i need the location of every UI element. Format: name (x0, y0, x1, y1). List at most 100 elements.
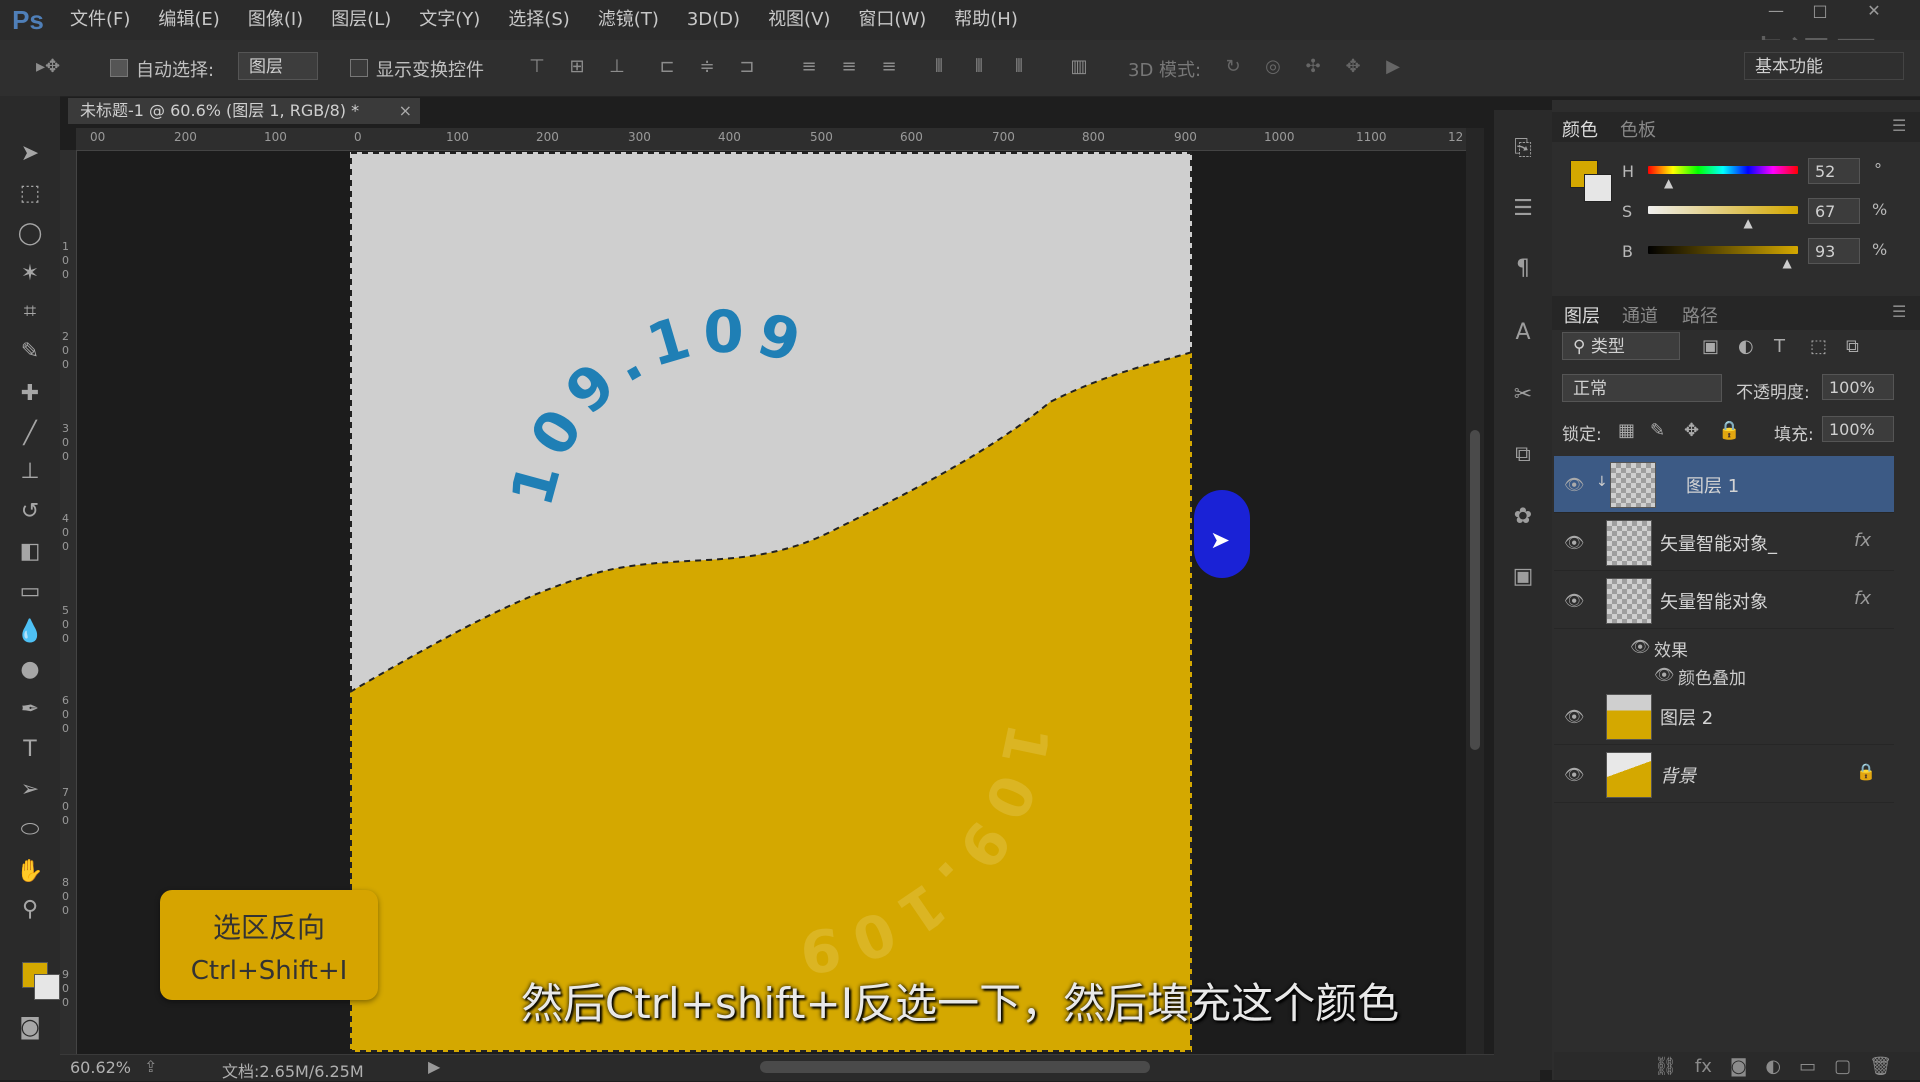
visibility-eye-icon[interactable]: 👁 (1564, 535, 1584, 551)
type-filter-icon[interactable]: T (1774, 336, 1785, 357)
type-tool-icon[interactable]: T (14, 734, 46, 766)
menu-file[interactable]: 文件(F) (56, 0, 144, 40)
distribute-bottom-icon[interactable]: ≡ (878, 56, 900, 78)
tab-layers[interactable]: 图层 (1564, 302, 1600, 328)
layer-name[interactable]: 矢量智能对象 (1660, 588, 1768, 614)
blur-tool-icon[interactable]: 💧 (14, 616, 46, 648)
maximize-button[interactable]: □ (1804, 2, 1836, 20)
panel-menu-icon[interactable]: ☰ (1892, 116, 1906, 135)
background-swatch[interactable] (1584, 174, 1612, 202)
lasso-tool-icon[interactable]: ◯ (14, 218, 46, 250)
auto-align-icon[interactable]: ▥ (1068, 56, 1090, 78)
effects-eye-icon[interactable]: 👁 (1630, 639, 1650, 655)
horizontal-scroll-thumb[interactable] (760, 1061, 1150, 1073)
workspace-switcher[interactable]: 基本功能 (1744, 52, 1904, 80)
clone-source-icon[interactable]: ⧉ (1508, 440, 1538, 470)
history-panel-icon[interactable]: ⎘ (1508, 134, 1538, 164)
menu-layer[interactable]: 图层(L) (317, 0, 405, 40)
layer-name[interactable]: 矢量智能对象_ (1660, 530, 1777, 556)
visibility-eye-icon[interactable]: 👁 (1564, 593, 1584, 609)
visibility-eye-icon[interactable]: 👁 (1564, 709, 1584, 725)
layer-name[interactable]: 图层 1 (1686, 472, 1739, 498)
distribute-left-icon[interactable]: ⦀ (928, 56, 950, 78)
blend-mode-dropdown[interactable]: 正常 (1562, 374, 1722, 402)
healing-brush-icon[interactable]: ✚ (14, 378, 46, 410)
color-overlay-effect[interactable]: 颜色叠加 (1678, 664, 1746, 689)
new-layer-icon[interactable]: ▢ (1834, 1056, 1851, 1077)
fx-icon[interactable]: fx (1854, 530, 1871, 551)
shape-filter-icon[interactable]: ⬚ (1810, 336, 1827, 357)
fx-icon[interactable]: fx (1854, 588, 1871, 609)
properties-panel-icon[interactable]: ☰ (1508, 194, 1538, 224)
distribute-right-icon[interactable]: ⦀ (1008, 56, 1030, 78)
align-top-icon[interactable]: ⊤ (526, 56, 548, 78)
status-menu-arrow-icon[interactable]: ▶ (428, 1057, 440, 1076)
share-icon[interactable]: ⇪ (144, 1057, 157, 1076)
align-vcenter-icon[interactable]: ⊞ (566, 56, 588, 78)
layer-name[interactable]: 背景 (1660, 762, 1696, 788)
close-tab-icon[interactable]: × (399, 98, 412, 124)
tab-color[interactable]: 颜色 (1562, 116, 1598, 142)
lock-all-icon[interactable]: 🔒 (1718, 420, 1740, 441)
distribute-top-icon[interactable]: ≡ (798, 56, 820, 78)
align-hcenter-icon[interactable]: ≑ (696, 56, 718, 78)
layer-row-smart-object-1[interactable]: 👁 矢量智能对象_ fx (1554, 514, 1894, 571)
layer-row-layer2[interactable]: 👁 图层 2 (1554, 688, 1894, 745)
gradient-tool-icon[interactable]: ▭ (14, 576, 46, 608)
history-brush-icon[interactable]: ↺ (14, 496, 46, 528)
smart-object-filter-icon[interactable]: ⧉ (1846, 336, 1859, 357)
tools-preset-icon[interactable]: ✂ (1508, 380, 1538, 410)
hue-slider[interactable] (1648, 166, 1798, 174)
paragraph-panel-icon[interactable]: ¶ (1508, 254, 1538, 284)
3d-slide-icon[interactable]: ✥ (1342, 56, 1364, 78)
brush-tool-icon[interactable]: ╱ (14, 418, 46, 450)
show-transform-checkbox[interactable] (350, 59, 368, 77)
tab-swatches[interactable]: 色板 (1620, 116, 1656, 142)
distribute-vcenter-icon[interactable]: ≡ (838, 56, 860, 78)
move-tool-icon[interactable]: ➤ (14, 138, 46, 170)
move-tool-icon[interactable]: ▸✥ (36, 56, 60, 78)
auto-select-checkbox[interactable] (110, 59, 128, 77)
ellipse-tool-icon[interactable]: ⬭ (14, 814, 46, 846)
link-layers-icon[interactable]: ⛓ (1654, 1056, 1677, 1077)
eyedropper-icon[interactable]: ✎ (14, 336, 46, 368)
align-left-icon[interactable]: ⊏ (656, 56, 678, 78)
new-adjustment-icon[interactable]: ◐ (1765, 1056, 1781, 1077)
align-bottom-icon[interactable]: ⊥ (606, 56, 628, 78)
menu-filter[interactable]: 滤镜(T) (584, 0, 673, 40)
auto-select-dropdown[interactable]: 图层 (238, 52, 318, 80)
menu-3d[interactable]: 3D(D) (673, 0, 754, 40)
lock-position-icon[interactable]: ✥ (1684, 420, 1699, 441)
layer-row-layer1[interactable]: 👁 ↓ 图层 1 (1554, 456, 1894, 513)
menu-help[interactable]: 帮助(H) (940, 0, 1032, 40)
lock-transparency-icon[interactable]: ▦ (1618, 420, 1635, 441)
dodge-tool-icon[interactable]: ● (14, 654, 46, 686)
lock-pixels-icon[interactable]: ✎ (1650, 420, 1665, 441)
brightness-slider-thumb[interactable]: ▲ (1783, 256, 1792, 270)
visibility-eye-icon[interactable]: 👁 (1564, 477, 1584, 493)
layer-row-smart-object-2[interactable]: 👁 矢量智能对象 fx (1554, 572, 1894, 629)
layer-row-background[interactable]: 👁 背景 🔒 (1554, 746, 1894, 803)
hue-slider-thumb[interactable]: ▲ (1664, 176, 1673, 190)
marquee-tool-icon[interactable]: ⬚ (14, 178, 46, 210)
layer-name[interactable]: 图层 2 (1660, 704, 1713, 730)
hand-tool-icon[interactable]: ✋ (14, 856, 46, 888)
saturation-value-field[interactable]: 67 (1808, 198, 1860, 224)
3d-rotate-icon[interactable]: ↻ (1222, 56, 1244, 78)
align-right-icon[interactable]: ⊐ (736, 56, 758, 78)
3d-roll-icon[interactable]: ◎ (1262, 56, 1284, 78)
menu-edit[interactable]: 编辑(E) (144, 0, 233, 40)
panel-menu-icon[interactable]: ☰ (1892, 302, 1906, 321)
pixel-filter-icon[interactable]: ▣ (1702, 336, 1719, 357)
menu-view[interactable]: 视图(V) (754, 0, 844, 40)
color-overlay-eye-icon[interactable]: 👁 (1654, 667, 1674, 683)
menu-image[interactable]: 图像(I) (234, 0, 317, 40)
clone-stamp-icon[interactable]: ⊥ (14, 456, 46, 488)
3d-scale-icon[interactable]: ▶ (1382, 56, 1404, 78)
3d-pan-icon[interactable]: ✣ (1302, 56, 1324, 78)
adjustment-filter-icon[interactable]: ◐ (1738, 336, 1754, 357)
tab-channels[interactable]: 通道 (1622, 302, 1658, 328)
distribute-hcenter-icon[interactable]: ⦀ (968, 56, 990, 78)
hue-value-field[interactable]: 52 (1808, 158, 1860, 184)
brightness-slider[interactable] (1648, 246, 1798, 254)
